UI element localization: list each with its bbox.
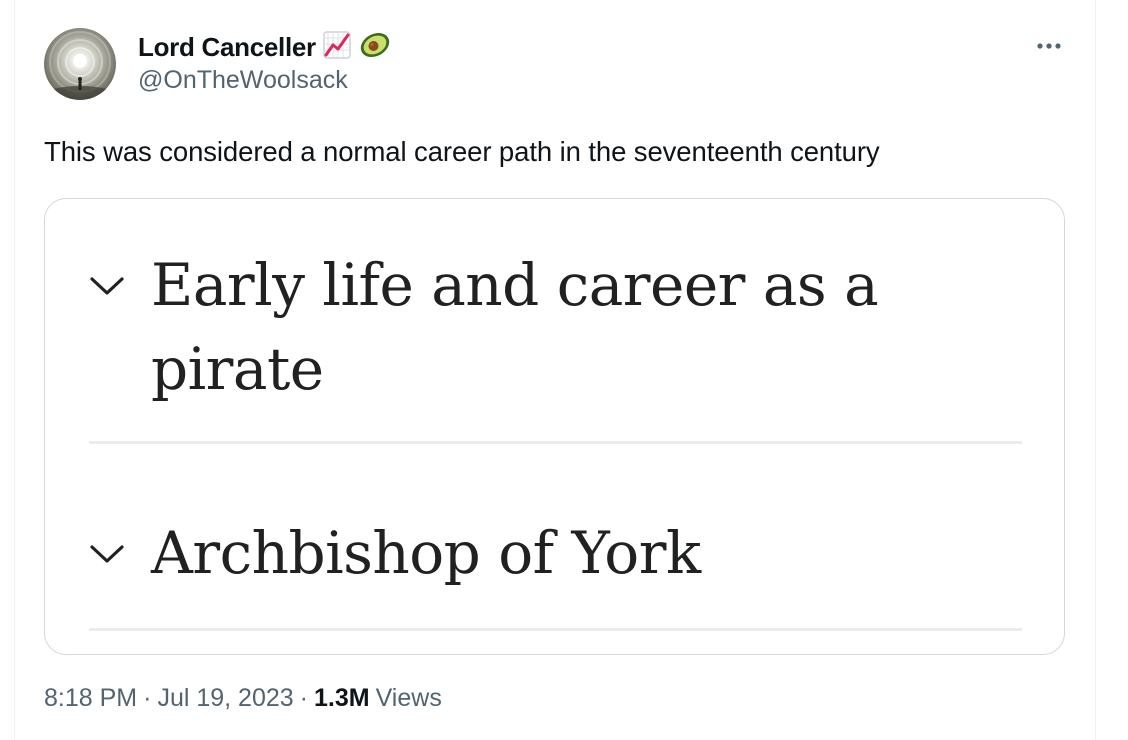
- section-divider: [89, 441, 1022, 444]
- tweet-text: This was considered a normal career path…: [44, 136, 880, 167]
- tweet-date[interactable]: Jul 19, 2023: [157, 684, 293, 713]
- section-divider: [89, 628, 1022, 631]
- avatar-image: [46, 31, 114, 100]
- meta-separator: ·: [299, 684, 308, 712]
- chevron-down-icon[interactable]: [89, 275, 125, 297]
- author-handle[interactable]: @OnTheWoolsack: [138, 66, 348, 95]
- avatar[interactable]: [44, 28, 116, 100]
- wiki-section-early-life[interactable]: Early life and career as a pirate: [89, 243, 1022, 444]
- media-card[interactable]: Early life and career as a pirate Archbi…: [44, 198, 1065, 655]
- views-count[interactable]: 1.3M: [314, 684, 370, 713]
- author-name-row: Lord Canceller: [138, 30, 392, 64]
- wiki-section-archbishop[interactable]: Archbishop of York: [89, 511, 1022, 641]
- tweet: Lord Canceller @OnTheWoolsack This was c…: [14, 0, 1096, 740]
- more-options-icon: [1037, 43, 1061, 49]
- section-title-line: Archbishop of York: [151, 519, 701, 587]
- section-title-line: Early life and career as a: [151, 251, 879, 319]
- section-title-line: pirate: [151, 335, 324, 403]
- tweet-time[interactable]: 8:18 PM: [44, 684, 137, 713]
- views-label[interactable]: Views: [376, 684, 442, 713]
- chart-increasing-icon: [322, 30, 352, 65]
- tweet-meta: 8:18 PM · Jul 19, 2023 · 1.3M Views: [44, 684, 442, 713]
- author-display-name[interactable]: Lord Canceller: [138, 32, 316, 63]
- meta-separator: ·: [143, 684, 152, 712]
- more-options-button[interactable]: [1029, 30, 1069, 62]
- chevron-down-icon[interactable]: [89, 543, 125, 565]
- avocado-icon: [358, 30, 392, 65]
